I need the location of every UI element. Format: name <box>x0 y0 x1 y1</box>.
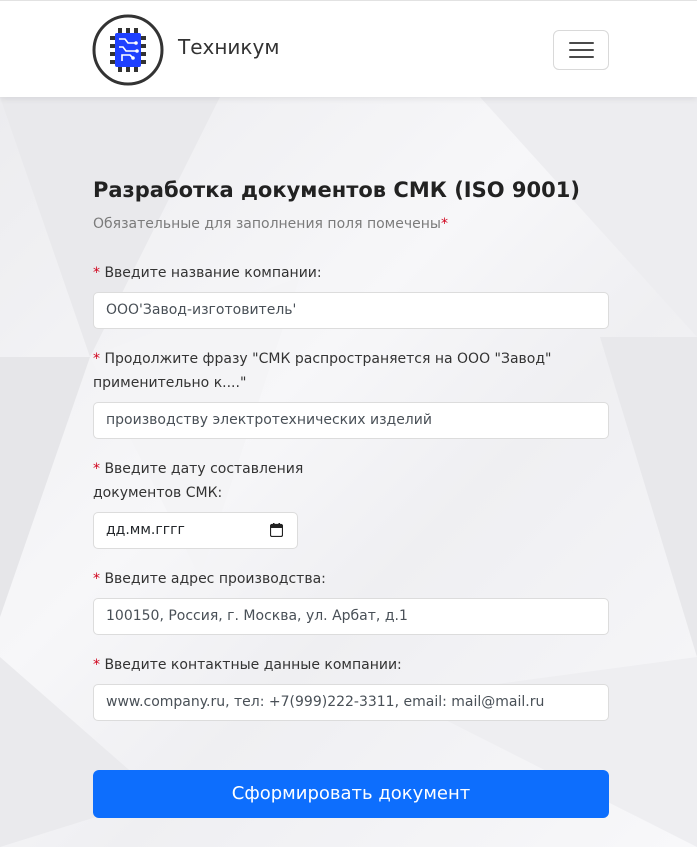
hamburger-menu-icon[interactable] <box>553 30 609 70</box>
company-name-label: * Введите название компании: <box>93 265 322 281</box>
brand-name[interactable]: Техникум <box>178 35 279 59</box>
address-label: * Введите адрес производства: <box>93 571 326 587</box>
page-title: Разработка документов СМК (ISO 9001) <box>93 178 580 202</box>
contacts-input[interactable]: www.company.ru, тел: +7(999)222-3311, em… <box>93 684 609 721</box>
address-input[interactable]: 100150, Россия, г. Москва, ул. Арбат, д.… <box>93 598 609 635</box>
scope-label: * Продолжите фразу "СМК распространяется… <box>93 351 552 391</box>
chip-logo-icon[interactable] <box>92 14 164 86</box>
generate-document-button[interactable]: Сформировать документ <box>93 770 609 818</box>
calendar-icon[interactable] <box>270 523 283 537</box>
required-note: Обязательные для заполнения поля помечен… <box>93 216 448 232</box>
scope-input[interactable]: производству электротехнических изделий <box>93 402 609 439</box>
date-label: * Введите дату составления документов СМК… <box>93 461 304 501</box>
navbar: Техникум <box>0 0 697 97</box>
contacts-label: * Введите контактные данные компании: <box>93 657 402 673</box>
company-name-input[interactable]: ООО'Завод-изготовитель' <box>93 292 609 329</box>
date-input[interactable]: дд.мм.гггг <box>93 512 298 549</box>
